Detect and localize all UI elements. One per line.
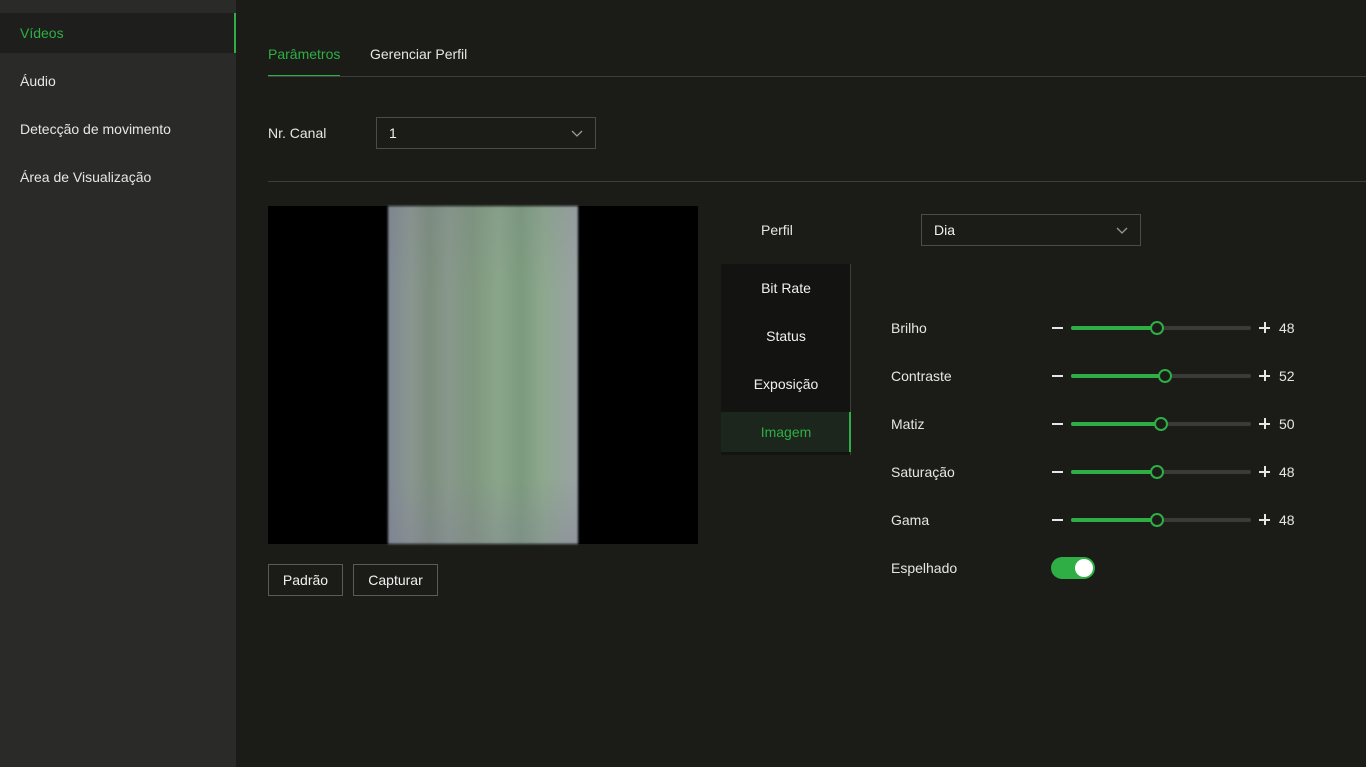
slider-track[interactable]	[1071, 417, 1251, 431]
plus-icon[interactable]	[1259, 466, 1270, 477]
slider-fill	[1071, 422, 1161, 426]
plus-icon[interactable]	[1259, 514, 1270, 525]
slider-thumb[interactable]	[1154, 417, 1168, 431]
minus-icon[interactable]	[1052, 327, 1063, 329]
minus-icon[interactable]	[1052, 375, 1063, 377]
mirror-toggle[interactable]	[1051, 557, 1095, 579]
submenu-item-bit-rate[interactable]: Bit Rate	[721, 268, 851, 308]
slider-thumb[interactable]	[1150, 321, 1165, 335]
slider-fill	[1071, 374, 1165, 378]
tab-label: Gerenciar Perfil	[370, 46, 468, 62]
plus-icon[interactable]	[1259, 370, 1270, 381]
slider-thumb[interactable]	[1157, 369, 1172, 383]
slider-fill	[1071, 326, 1158, 330]
tab-manage-profile[interactable]: Gerenciar Perfil	[370, 45, 467, 77]
channel-select[interactable]: 1	[376, 117, 596, 149]
plus-icon[interactable]	[1259, 322, 1270, 333]
capture-button[interactable]: Capturar	[353, 564, 438, 596]
chevron-down-icon	[571, 130, 583, 137]
slider-thumb[interactable]	[1150, 465, 1165, 479]
slider-track[interactable]	[1071, 465, 1251, 479]
mirror-label: Espelhado	[891, 560, 958, 576]
tabs-divider	[268, 76, 1366, 77]
sidebar-item-videos[interactable]: Vídeos	[0, 13, 236, 53]
camera-image	[388, 206, 578, 544]
submenu-item-image[interactable]: Imagem	[721, 412, 851, 452]
profile-select-value: Dia	[934, 222, 956, 238]
slider-value: 48	[1279, 512, 1295, 528]
plus-icon[interactable]	[1259, 418, 1270, 429]
slider-label: Saturação	[891, 464, 955, 480]
sidebar-item-view-area[interactable]: Área de Visualização	[0, 157, 236, 197]
slider-track[interactable]	[1071, 369, 1251, 383]
slider-label: Matiz	[891, 416, 925, 432]
slider-label: Contraste	[891, 368, 952, 384]
slider-fill	[1071, 518, 1158, 522]
section-divider	[268, 181, 1366, 182]
toggle-knob	[1075, 559, 1093, 577]
channel-label: Nr. Canal	[268, 125, 327, 141]
submenu-item-status[interactable]: Status	[721, 316, 851, 356]
slider-label: Gama	[891, 512, 930, 528]
slider-track[interactable]	[1071, 513, 1251, 527]
settings-submenu: Bit Rate Status Exposição Imagem	[721, 264, 851, 455]
channel-select-value: 1	[389, 125, 397, 141]
sidebar-item-label: Áudio	[20, 73, 56, 89]
slider-fill	[1071, 470, 1158, 474]
slider-label: Brilho	[891, 320, 927, 336]
submenu-item-exposure[interactable]: Exposição	[721, 364, 851, 404]
sidebar-item-label: Área de Visualização	[20, 169, 152, 185]
profile-label: Perfil	[761, 222, 793, 238]
slider-value: 48	[1279, 320, 1295, 336]
sidebar-item-motion-detection[interactable]: Detecção de movimento	[0, 109, 236, 149]
tab-parameters[interactable]: Parâmetros	[268, 45, 341, 77]
profile-select[interactable]: Dia	[921, 214, 1141, 246]
chevron-down-icon	[1116, 227, 1128, 234]
sidebar-item-label: Vídeos	[20, 25, 64, 41]
slider-track[interactable]	[1071, 321, 1251, 335]
sidebar-item-audio[interactable]: Áudio	[0, 61, 236, 101]
slider-value: 50	[1279, 416, 1295, 432]
slider-value: 52	[1279, 368, 1295, 384]
slider-value: 48	[1279, 464, 1295, 480]
sidebar-item-label: Detecção de movimento	[20, 121, 171, 137]
video-preview	[268, 206, 698, 544]
slider-thumb[interactable]	[1150, 513, 1165, 527]
minus-icon[interactable]	[1052, 471, 1063, 473]
default-button[interactable]: Padrão	[268, 564, 343, 596]
minus-icon[interactable]	[1052, 519, 1063, 521]
minus-icon[interactable]	[1052, 423, 1063, 425]
tab-label: Parâmetros	[268, 46, 341, 62]
sidebar: Vídeos Áudio Detecção de movimento Área …	[0, 0, 236, 767]
